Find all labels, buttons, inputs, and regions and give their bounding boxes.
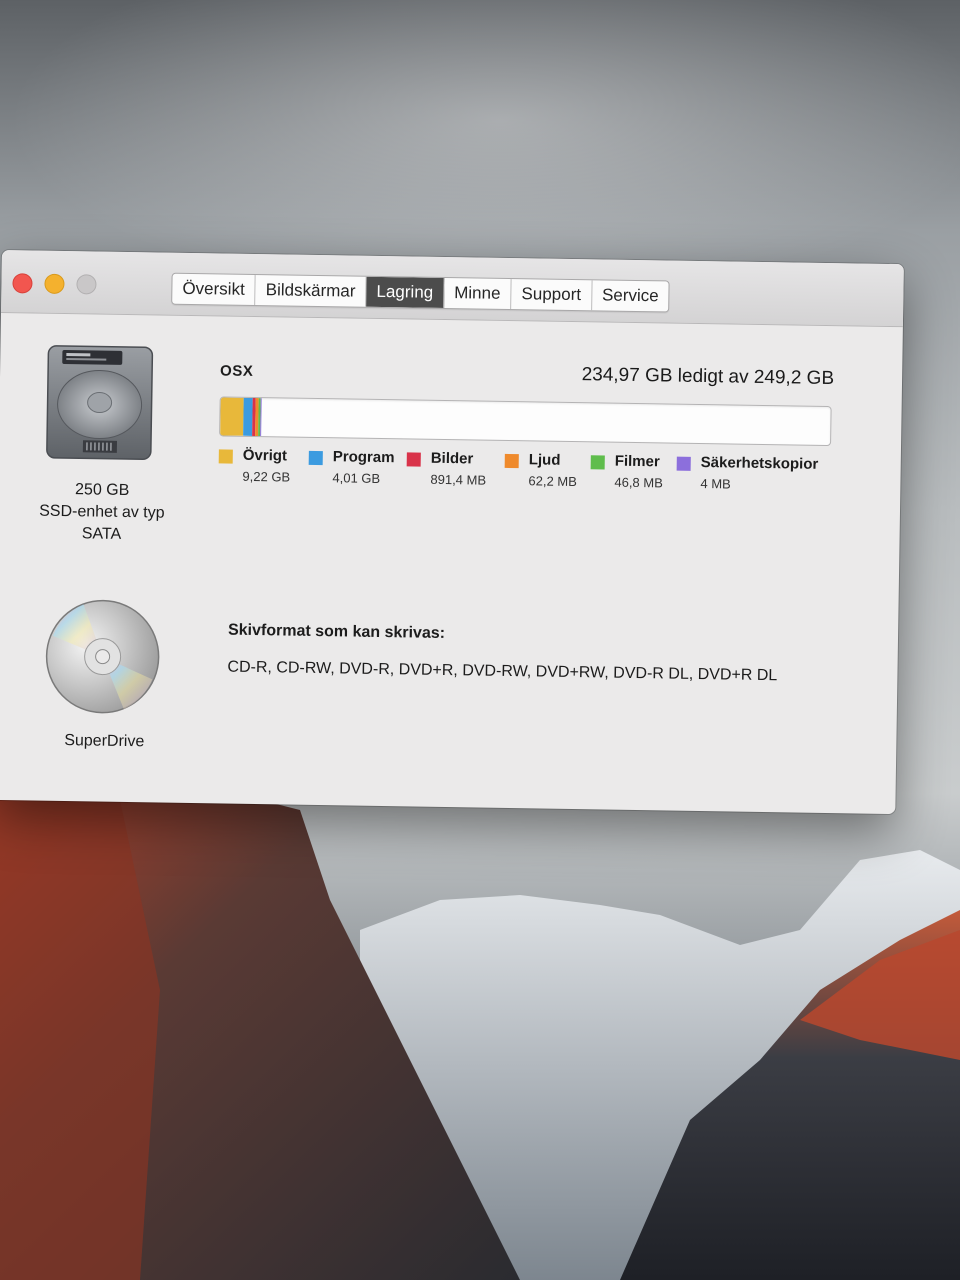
optical-drive-label: SuperDrive xyxy=(64,732,145,751)
legend-swatch xyxy=(406,452,421,467)
storage-usage-bar xyxy=(219,396,832,447)
legend-size: 46,8 MB xyxy=(614,474,663,491)
tab-minne[interactable]: Minne xyxy=(443,277,512,310)
formats-title: Skivformat som kan skrivas: xyxy=(227,621,446,643)
zoom-button[interactable] xyxy=(76,274,97,295)
tab-bildskarmar[interactable]: Bildskärmar xyxy=(255,274,367,307)
tab-support[interactable]: Support xyxy=(511,279,593,311)
about-this-mac-window: Översikt Bildskärmar Lagring Minne Suppo… xyxy=(0,250,904,815)
disk-type-line1: SSD-enhet av typ xyxy=(39,502,165,522)
storage-legend: Övrigt 9,22 GB Program 4,01 GB Bilder 891,4 M… xyxy=(218,446,859,500)
legend-size: 9,22 GB xyxy=(242,468,291,485)
legend-size: 4,01 GB xyxy=(332,470,381,486)
legend-swatch xyxy=(590,455,605,470)
close-button[interactable] xyxy=(12,273,33,294)
formats-list: CD-R, CD-RW, DVD-R, DVD+R, DVD-RW, DVD+R… xyxy=(227,658,778,685)
disk-description: 250 GB SSD-enhet av typ SATA xyxy=(11,478,192,547)
legend-size: 62,2 MB xyxy=(528,473,577,490)
hard-drive-icon xyxy=(46,345,154,460)
legend-label: Filmer xyxy=(614,452,660,471)
disk-type-line2: SATA xyxy=(81,525,122,543)
cd-disc-icon xyxy=(45,599,160,714)
legend-swatch xyxy=(218,449,233,464)
usage-segment-5 xyxy=(259,398,263,437)
legend-label: Säkerhetskopior xyxy=(700,454,819,473)
disk-capacity: 250 GB xyxy=(74,481,130,500)
legend-label: Program xyxy=(332,448,395,467)
volume-name: OSX xyxy=(219,362,254,380)
tab-oversikt[interactable]: Översikt xyxy=(172,273,256,305)
legend-size: 4 MB xyxy=(700,476,731,492)
legend-swatch xyxy=(308,450,323,466)
legend-swatch xyxy=(676,456,691,471)
usage-segment-0 xyxy=(220,397,244,436)
legend-label: Övrigt xyxy=(242,446,288,465)
legend-label: Ljud xyxy=(528,451,561,469)
minimize-button[interactable] xyxy=(44,273,65,294)
usage-segment-1 xyxy=(242,397,254,436)
free-space-text: 234,97 GB ledigt av 249,2 GB xyxy=(581,364,835,390)
storage-pane: 250 GB SSD-enhet av typ SATA OSX 234,97 … xyxy=(0,313,903,814)
tab-bar: Översikt Bildskärmar Lagring Minne Suppo… xyxy=(171,272,670,313)
tab-service[interactable]: Service xyxy=(592,280,669,311)
legend-label: Bilder xyxy=(430,449,474,468)
legend-size: 891,4 MB xyxy=(430,471,487,488)
legend-swatch xyxy=(504,453,519,469)
tab-lagring[interactable]: Lagring xyxy=(366,276,445,308)
